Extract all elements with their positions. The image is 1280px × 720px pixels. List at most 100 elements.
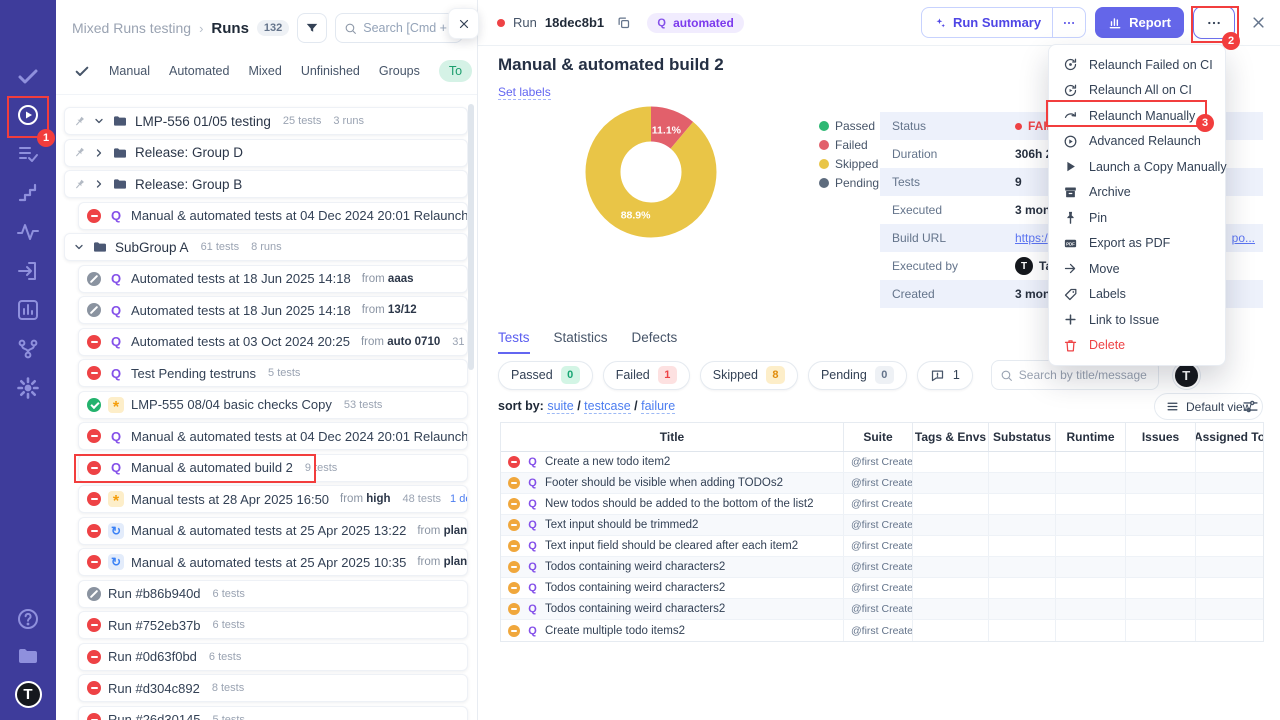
- table-row[interactable]: QText input should be trimmed2@first Cre…: [501, 515, 1263, 536]
- run-list-item[interactable]: ↻Manual & automated tests at 25 Apr 2025…: [78, 517, 468, 545]
- more-actions-button[interactable]: [1193, 6, 1235, 39]
- runs-icon[interactable]: [16, 103, 40, 127]
- menu-item-link-to-issue[interactable]: Link to Issue: [1049, 307, 1225, 333]
- copy-icon[interactable]: [616, 15, 631, 30]
- build-url-link-end[interactable]: po...: [1232, 231, 1255, 245]
- steps-icon[interactable]: [16, 181, 40, 205]
- run-list-item[interactable]: Run #0d63f0bd6 tests: [78, 643, 468, 671]
- menu-item-move[interactable]: Move: [1049, 256, 1225, 282]
- run-group-item[interactable]: Release: Group B: [64, 170, 468, 198]
- chev-right-icon[interactable]: [93, 178, 105, 190]
- run-list-item[interactable]: QTest Pending testruns5 tests: [78, 359, 468, 387]
- pulse-icon[interactable]: [16, 220, 40, 244]
- run-list-item[interactable]: QAutomated tests at 18 Jun 2025 14:18fro…: [78, 296, 468, 324]
- table-row[interactable]: QTodos containing weird characters2@firs…: [501, 599, 1263, 620]
- help-icon[interactable]: [16, 607, 40, 631]
- run-group-item[interactable]: LMP-556 01/05 testing25 tests3 runs: [64, 107, 468, 135]
- filter-button[interactable]: [297, 13, 327, 43]
- branch-icon[interactable]: [16, 337, 40, 361]
- chev-right-icon[interactable]: [93, 147, 105, 159]
- table-row[interactable]: QFooter should be visible when adding TO…: [501, 473, 1263, 494]
- run-filter-tab-to[interactable]: To: [439, 60, 472, 82]
- run-list-item[interactable]: QManual & automated build 29 tests: [78, 454, 468, 482]
- breadcrumb-project[interactable]: Mixed Runs testing: [72, 20, 191, 36]
- select-runs-icon[interactable]: [74, 63, 90, 79]
- test-title-cell[interactable]: QFooter should be visible when adding TO…: [501, 473, 843, 493]
- run-list-item[interactable]: QAutomated tests at 18 Jun 2025 14:18fro…: [78, 265, 468, 293]
- run-summary-button[interactable]: Run Summary: [921, 7, 1086, 38]
- menu-item-relaunch-failed-on-ci[interactable]: Relaunch Failed on CI: [1049, 52, 1225, 78]
- table-row[interactable]: QTodos containing weird characters2@firs…: [501, 557, 1263, 578]
- run-filter-tab-automated[interactable]: Automated: [169, 64, 229, 78]
- run-filter-tab-unfinished[interactable]: Unfinished: [301, 64, 360, 78]
- table-row[interactable]: QText input field should be cleared afte…: [501, 536, 1263, 557]
- search-input[interactable]: Search [Cmd + K]: [335, 13, 463, 43]
- user-logo-avatar[interactable]: T: [15, 681, 42, 708]
- run-list-item[interactable]: QManual & automated tests at 04 Dec 2024…: [78, 202, 468, 230]
- tab-statistics[interactable]: Statistics: [554, 330, 608, 354]
- menu-item-labels[interactable]: Labels: [1049, 282, 1225, 308]
- chip-skipped[interactable]: Skipped8: [700, 361, 798, 390]
- table-row[interactable]: QCreate a new todo item2@first Create ..…: [501, 452, 1263, 473]
- run-filter-tab-groups[interactable]: Groups: [379, 64, 420, 78]
- scrollbar-thumb[interactable]: [468, 104, 474, 370]
- report-button[interactable]: Report: [1095, 7, 1184, 38]
- test-title-cell[interactable]: QTodos containing weird characters2: [501, 578, 843, 598]
- run-list-item[interactable]: *Manual tests at 28 Apr 2025 16:50from h…: [78, 485, 468, 513]
- menu-item-export-as-pdf[interactable]: PDFExport as PDF: [1049, 231, 1225, 257]
- test-title-cell[interactable]: QCreate multiple todo items2: [501, 620, 843, 641]
- run-list-item[interactable]: *LMP-555 08/04 basic checks Copy53 tests: [78, 391, 468, 419]
- sort-link-suite[interactable]: suite: [547, 399, 573, 414]
- chip-pending[interactable]: Pending0: [808, 361, 907, 390]
- menu-item-launch-a-copy-manually[interactable]: Launch a Copy Manually: [1049, 154, 1225, 180]
- build-url-link[interactable]: https:/: [1015, 231, 1048, 245]
- menu-item-pin[interactable]: Pin: [1049, 205, 1225, 231]
- run-list-item[interactable]: ↻Manual & automated tests at 25 Apr 2025…: [78, 548, 468, 576]
- set-labels-link[interactable]: Set labels: [498, 85, 551, 100]
- test-title-cell[interactable]: QText input field should be cleared afte…: [501, 536, 843, 556]
- column-settings-icon[interactable]: [1242, 398, 1259, 415]
- run-list-item[interactable]: QAutomated tests at 03 Oct 2024 20:25fro…: [78, 328, 468, 356]
- import-icon[interactable]: [16, 259, 40, 283]
- run-list-item[interactable]: Run #d304c8928 tests: [78, 674, 468, 702]
- tasks-check-icon[interactable]: [16, 64, 40, 88]
- chip-passed[interactable]: Passed0: [498, 361, 593, 390]
- projects-icon[interactable]: [16, 644, 40, 668]
- chev-down-icon[interactable]: [93, 115, 105, 127]
- table-row[interactable]: QNew todos should be added to the bottom…: [501, 494, 1263, 515]
- defects-link[interactable]: 1 defects: [450, 493, 468, 505]
- run-group-item[interactable]: Release: Group D: [64, 139, 468, 167]
- menu-item-relaunch-manually[interactable]: Relaunch Manually: [1049, 103, 1225, 129]
- analytics-icon[interactable]: [16, 298, 40, 322]
- menu-item-archive[interactable]: Archive: [1049, 180, 1225, 206]
- test-title-cell[interactable]: QNew todos should be added to the bottom…: [501, 494, 843, 514]
- run-filter-tab-mixed[interactable]: Mixed: [248, 64, 281, 78]
- menu-icon[interactable]: [15, 14, 41, 40]
- run-filter-tab-manual[interactable]: Manual: [109, 64, 150, 78]
- close-panel-button[interactable]: [448, 8, 479, 39]
- chev-down-icon[interactable]: [73, 241, 85, 253]
- test-title-cell[interactable]: QText input should be trimmed2: [501, 515, 843, 535]
- close-detail-icon[interactable]: [1251, 15, 1266, 30]
- test-title-cell[interactable]: QCreate a new todo item2: [501, 452, 843, 472]
- chip-failed[interactable]: Failed1: [603, 361, 690, 390]
- test-list-icon[interactable]: [16, 142, 40, 166]
- comments-chip[interactable]: 1: [917, 361, 973, 390]
- run-summary-more-button[interactable]: [1052, 8, 1085, 37]
- test-title-cell[interactable]: QTodos containing weird characters2: [501, 557, 843, 577]
- table-row[interactable]: QTodos containing weird characters2@firs…: [501, 578, 1263, 599]
- run-list-item[interactable]: Run #b86b940d6 tests: [78, 580, 468, 608]
- run-list-item[interactable]: Run #752eb37b6 tests: [78, 611, 468, 639]
- sort-link-failure[interactable]: failure: [641, 399, 675, 414]
- tab-defects[interactable]: Defects: [632, 330, 678, 354]
- tab-tests[interactable]: Tests: [498, 330, 530, 354]
- run-list-item[interactable]: QManual & automated tests at 04 Dec 2024…: [78, 422, 468, 450]
- test-title-cell[interactable]: QTodos containing weird characters2: [501, 599, 843, 619]
- menu-item-delete[interactable]: Delete: [1049, 333, 1225, 359]
- settings-icon[interactable]: [16, 376, 40, 400]
- run-group-item[interactable]: SubGroup A61 tests8 runs: [64, 233, 468, 261]
- sort-link-testcase[interactable]: testcase: [584, 399, 631, 414]
- run-list-item[interactable]: Run #26d301455 tests: [78, 706, 468, 720]
- table-row[interactable]: QCreate multiple todo items2@first Creat…: [501, 620, 1263, 641]
- menu-item-advanced-relaunch[interactable]: Advanced Relaunch: [1049, 129, 1225, 155]
